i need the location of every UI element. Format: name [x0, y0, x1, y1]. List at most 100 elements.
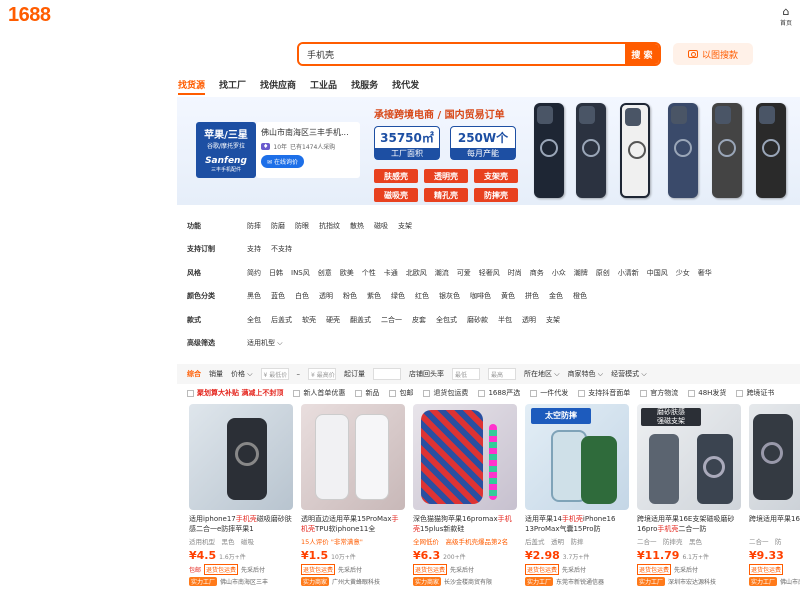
promo-filter[interactable]: 聚划算大补贴 满减上不封顶: [187, 388, 283, 398]
filter-option[interactable]: 透明: [522, 315, 536, 325]
check-option[interactable]: 新人首单优惠: [293, 388, 345, 398]
filter-option[interactable]: 散热: [350, 221, 364, 231]
filter-option[interactable]: 后盖式: [271, 315, 292, 325]
check-option[interactable]: 48H发货: [688, 388, 726, 398]
price-min-input[interactable]: ¥ 最低价: [260, 368, 289, 380]
filter-option[interactable]: 卡通: [384, 268, 398, 278]
mode-dropdown[interactable]: 经营模式 ⌵: [611, 369, 647, 379]
filter-option[interactable]: INS风: [291, 268, 310, 278]
filter-option[interactable]: 支架: [546, 315, 560, 325]
filter-option[interactable]: 紫色: [367, 291, 381, 301]
check-option[interactable]: 支持抖音面单: [578, 388, 630, 398]
filter-option[interactable]: 时尚: [508, 268, 522, 278]
product-card[interactable]: 磨砂肤感 强磁支架 跨境适用苹果16E支架磁吸磨砂16pro手机壳二合一防 二合一…: [637, 404, 741, 586]
shop-row[interactable]: 实力工厂 佛山市南海区三丰: [189, 577, 293, 586]
filter-option[interactable]: 硬壳: [326, 315, 340, 325]
filter-option[interactable]: 银灰色: [439, 291, 460, 301]
search-input[interactable]: [299, 44, 625, 64]
filter-option[interactable]: 奢华: [698, 268, 712, 278]
product-image[interactable]: [301, 404, 405, 510]
filter-option[interactable]: 半包: [498, 315, 512, 325]
filter-option[interactable]: 防摔: [247, 221, 261, 231]
filter-option[interactable]: 个性: [362, 268, 376, 278]
product-card[interactable]: 深色猫猫狗苹果16promax手机壳15plus新款硅 全网低价 高级手机壳爆品…: [413, 404, 517, 586]
home-button[interactable]: ⌂ 首页: [775, 6, 797, 28]
shop-row[interactable]: 实力商家 长沙金楼商贸有限: [413, 577, 517, 586]
site-logo[interactable]: 1688: [8, 4, 51, 27]
filter-option[interactable]: 轻奢风: [479, 268, 500, 278]
product-image[interactable]: [189, 404, 293, 510]
product-title[interactable]: 适用iphone17手机壳磁吸磨砂肤感二合一e防摔苹果1: [189, 514, 293, 534]
model-dropdown[interactable]: 适用机型 ⌵: [247, 338, 283, 348]
product-title[interactable]: 跨境适用苹果16E支架磁吸磨砂16pro手机壳二合一防: [637, 514, 741, 534]
shop-row[interactable]: 实力工厂佛山市南海区: [749, 577, 800, 586]
check-option[interactable]: 包邮: [389, 388, 413, 398]
filter-option[interactable]: 小清新: [618, 268, 639, 278]
filter-option[interactable]: 黄色: [501, 291, 515, 301]
search-button[interactable]: 搜 索: [625, 44, 659, 64]
filter-option[interactable]: 原创: [596, 268, 610, 278]
filter-option[interactable]: 全包: [247, 315, 261, 325]
check-option[interactable]: 1688严选: [478, 388, 520, 398]
shop-row[interactable]: 实力商家 广州大黄蜂眼科技: [301, 577, 405, 586]
product-image[interactable]: 太空防摔: [525, 404, 629, 510]
filter-option[interactable]: 抗指纹: [319, 221, 340, 231]
filter-option[interactable]: 拼色: [525, 291, 539, 301]
filter-option[interactable]: 简约: [247, 268, 261, 278]
shop-row[interactable]: 实力工厂 东莞市新锐通信器: [525, 577, 629, 586]
price-max-input[interactable]: ¥ 最高价: [308, 368, 337, 380]
tab-find-factory[interactable]: 找工厂: [219, 78, 246, 95]
filter-option[interactable]: 绿色: [391, 291, 405, 301]
check-option[interactable]: 退货包运费: [423, 388, 468, 398]
region-dropdown[interactable]: 所在地区 ⌵: [524, 369, 560, 379]
tab-find-goods[interactable]: 找货源: [178, 78, 206, 95]
repurchase-max-input[interactable]: 最高: [488, 368, 517, 380]
filter-option[interactable]: 支持: [247, 244, 261, 254]
filter-option[interactable]: 不支持: [271, 244, 292, 254]
filter-option[interactable]: 透明: [319, 291, 333, 301]
supplier-card[interactable]: 佛山市南海区三丰手机... ♦ 10年 已有1474人采购 ✉ 在线询价: [256, 122, 360, 178]
feature-dropdown[interactable]: 商家特色 ⌵: [568, 369, 604, 379]
filter-option[interactable]: 商务: [530, 268, 544, 278]
product-card[interactable]: 跨境适用苹果16 iphone16p 二合一 防 ¥9.33 退货包运费 实力工…: [749, 404, 800, 586]
sort-price[interactable]: 价格 ⌵: [231, 369, 253, 379]
shop-row[interactable]: 实力工厂 深圳市宏达源科技: [637, 577, 741, 586]
filter-option[interactable]: 可爱: [457, 268, 471, 278]
filter-option[interactable]: 防眼: [295, 221, 309, 231]
tab-find-supplier[interactable]: 找供应商: [260, 78, 296, 95]
filter-option[interactable]: 金色: [549, 291, 563, 301]
filter-option[interactable]: 蓝色: [271, 291, 285, 301]
tab-industrial[interactable]: 工业品: [310, 78, 337, 95]
filter-option[interactable]: 中国风: [647, 268, 668, 278]
product-title[interactable]: 深色猫猫狗苹果16promax手机壳15plus新款硅: [413, 514, 517, 534]
filter-option[interactable]: 欧美: [340, 268, 354, 278]
product-image[interactable]: [413, 404, 517, 510]
filter-option[interactable]: 磁吸: [374, 221, 388, 231]
filter-option[interactable]: 支架: [398, 221, 412, 231]
product-image[interactable]: 磨砂肤感 强磁支架: [637, 404, 741, 510]
filter-option[interactable]: 软壳: [302, 315, 316, 325]
product-card[interactable]: 透明直边适用苹果15ProMax手机壳TPU软iphone11全 15人评价 "…: [301, 404, 405, 586]
product-card[interactable]: 太空防摔 适用苹果14手机壳iPhone16 13ProMax气囊15Pro防 …: [525, 404, 629, 586]
product-title[interactable]: 适用苹果14手机壳iPhone16 13ProMax气囊15Pro防: [525, 514, 629, 534]
check-option[interactable]: 新品: [355, 388, 379, 398]
filter-option[interactable]: 磨砂款: [467, 315, 488, 325]
product-title[interactable]: 透明直边适用苹果15ProMax手机壳TPU软iphone11全: [301, 514, 405, 534]
tab-find-service[interactable]: 找服务: [351, 78, 378, 95]
filter-option[interactable]: 小众: [552, 268, 566, 278]
tab-dropship[interactable]: 找代发: [392, 78, 419, 95]
check-option[interactable]: 官方物流: [640, 388, 678, 398]
filter-option[interactable]: 日韩: [269, 268, 283, 278]
moq-input[interactable]: [373, 368, 402, 380]
filter-option[interactable]: 少女: [676, 268, 690, 278]
filter-option[interactable]: 咖啡色: [470, 291, 491, 301]
product-title[interactable]: 跨境适用苹果16 iphone16p: [749, 514, 800, 534]
check-option[interactable]: 一件代发: [530, 388, 568, 398]
product-image[interactable]: [749, 404, 800, 510]
repurchase-min-input[interactable]: 最低: [452, 368, 481, 380]
filter-option[interactable]: 皮套: [412, 315, 426, 325]
filter-option[interactable]: 红色: [415, 291, 429, 301]
filter-option[interactable]: 潮流: [435, 268, 449, 278]
filter-option[interactable]: 全包式: [436, 315, 457, 325]
filter-option[interactable]: 白色: [295, 291, 309, 301]
